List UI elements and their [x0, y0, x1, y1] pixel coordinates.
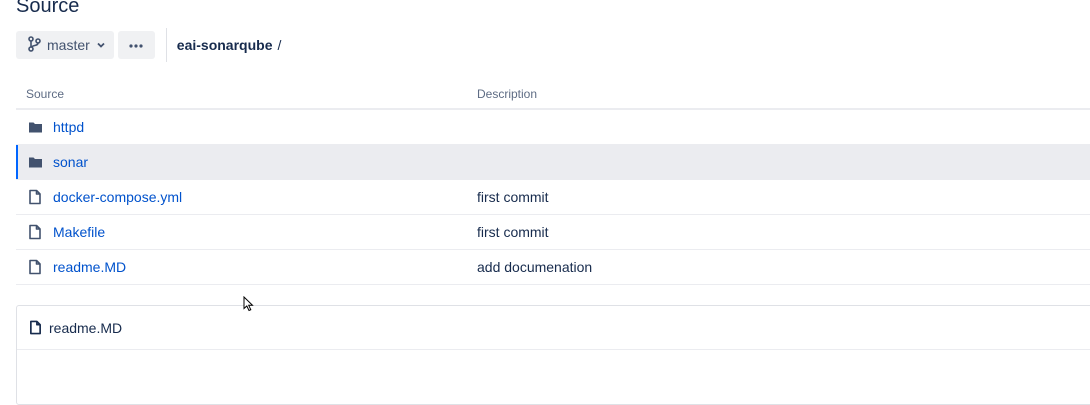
column-header-description: Description [477, 87, 538, 101]
branch-selector-button[interactable]: master [16, 31, 114, 59]
file-icon [28, 259, 42, 275]
file-icon [28, 189, 42, 205]
page-title: Source [16, 0, 80, 17]
file-icon [29, 320, 42, 338]
table-row[interactable]: httpd [16, 110, 1090, 145]
file-description: first commit [477, 224, 549, 240]
table-row[interactable]: sonar [16, 145, 1090, 180]
chevron-down-icon [96, 37, 106, 53]
file-name-link[interactable]: Makefile [53, 224, 105, 240]
mouse-pointer-icon [243, 295, 254, 317]
source-toolbar: master eai-sonarqube / [16, 28, 282, 62]
file-name-link[interactable]: readme.MD [53, 259, 126, 275]
file-description: add documenation [477, 259, 593, 275]
folder-icon [28, 154, 42, 170]
table-row[interactable]: Makefile first commit [16, 215, 1090, 250]
breadcrumb: eai-sonarqube / [177, 37, 282, 53]
table-header: Source Description [16, 80, 1090, 110]
folder-icon [28, 119, 42, 135]
git-branch-icon [27, 35, 41, 55]
breadcrumb-separator: / [277, 37, 282, 53]
readme-title: readme.MD [49, 320, 123, 336]
table-row[interactable]: readme.MD add documenation [16, 250, 1090, 285]
more-actions-button[interactable] [117, 31, 155, 59]
readme-header: readme.MD [17, 306, 1090, 350]
branch-label: master [47, 37, 90, 53]
more-horizontal-icon [128, 36, 144, 54]
file-description: first commit [477, 189, 549, 205]
readme-panel: readme.MD [16, 305, 1090, 405]
file-icon [28, 224, 42, 240]
table-row[interactable]: docker-compose.yml first commit [16, 180, 1090, 215]
file-name-link[interactable]: httpd [53, 119, 84, 135]
column-header-source: Source [26, 87, 65, 101]
file-table: Source Description httpd sonar docker-co… [16, 80, 1090, 285]
file-name-link[interactable]: sonar [53, 154, 88, 170]
file-name-link[interactable]: docker-compose.yml [53, 189, 182, 205]
toolbar-divider [165, 28, 167, 62]
breadcrumb-repo-link[interactable]: eai-sonarqube [177, 37, 273, 53]
